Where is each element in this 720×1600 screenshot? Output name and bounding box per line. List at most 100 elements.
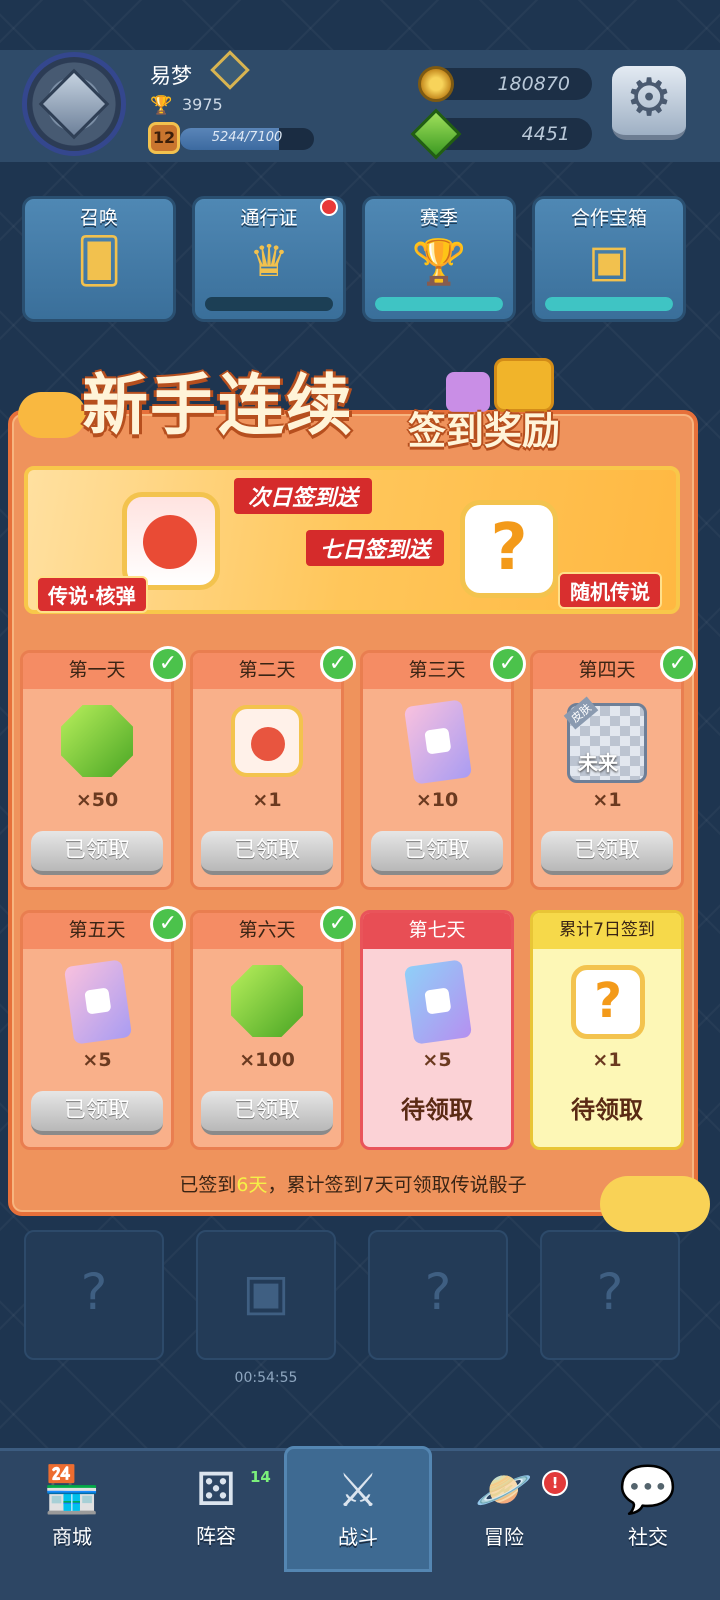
menu-label: 召唤	[79, 207, 118, 229]
reward-qty: ×1	[592, 1049, 622, 1071]
nav-lineup[interactable]: ⚄ 阵容	[144, 1448, 288, 1574]
notification-dot	[320, 198, 338, 216]
gear-icon: ⚙	[625, 68, 673, 128]
settings-button[interactable]: ⚙	[612, 66, 686, 140]
player-name: 易梦	[150, 64, 192, 88]
pending-status: 待领取	[571, 1096, 643, 1124]
chest-slot-empty[interactable]: ?	[24, 1230, 164, 1360]
claimed-button: 已领取	[31, 1091, 163, 1135]
gem-icon	[61, 705, 133, 777]
menu-summon-button[interactable]: 召唤 🂠	[22, 196, 176, 322]
trophy-count: 3975	[182, 95, 223, 114]
xp-bar: 5244/7100	[180, 128, 314, 150]
menu-pass-button[interactable]: 通行证 ♛	[192, 196, 346, 322]
day-card-pending[interactable]: 第七天 ×5 待领取	[360, 910, 514, 1150]
skin-name: 未来	[578, 751, 618, 775]
nav-label: 商城	[52, 1525, 92, 1549]
menu-coop-chest-button[interactable]: 合作宝箱 ▣	[532, 196, 686, 322]
dice-card-icon	[63, 959, 133, 1045]
ribbon-day2: 次日签到送	[234, 478, 373, 514]
chest-slot-empty[interactable]: ?	[368, 1230, 508, 1360]
chest-icon: ▣	[588, 236, 630, 287]
lineup-badge: 14	[250, 1468, 271, 1486]
swords-icon: ⚔	[337, 1463, 379, 1517]
nav-label: 社交	[628, 1525, 668, 1549]
mystery-legend-icon: ?	[460, 500, 558, 598]
cards-icon: 🂠	[76, 236, 122, 287]
gold-coin-icon[interactable]	[418, 66, 454, 102]
nav-label: 阵容	[196, 1524, 236, 1548]
checkin-footer: 已签到6天，累计签到7天可领取传说骰子	[8, 1170, 698, 1197]
nav-adventure[interactable]: 🪐 冒险	[432, 1448, 576, 1574]
claimed-button: 已领取	[31, 831, 163, 875]
cumulative-card[interactable]: 累计7日签到 ? ×1 待领取	[530, 910, 684, 1150]
nav-social[interactable]: 💬 社交	[576, 1448, 720, 1574]
dice-card-icon	[403, 959, 473, 1045]
season-progress-bar	[375, 297, 503, 311]
reward-qty: ×100	[239, 1049, 295, 1071]
day-card: 第六天 ×100 已领取	[190, 910, 344, 1150]
footer-days: 6天	[236, 1174, 268, 1196]
chest-slot-empty[interactable]: ?	[540, 1230, 680, 1360]
day-label: 第二天	[193, 653, 341, 689]
claimed-button: 已领取	[371, 831, 503, 875]
day-card: 第五天 ×5 已领取	[20, 910, 174, 1150]
nav-shop[interactable]: 🏪 商城	[0, 1448, 144, 1574]
reward-qty: ×1	[252, 789, 282, 811]
crown-badge-icon: ♛	[249, 236, 289, 287]
avatar-emblem-icon	[38, 68, 110, 140]
footer-suffix: ，累计签到7天可领取传说骰子	[267, 1174, 527, 1196]
dice-card-icon	[403, 699, 473, 785]
chest-timer: 00:54:55	[234, 1370, 298, 1386]
reward-qty: ×50	[75, 789, 119, 811]
check-icon: ✓	[150, 906, 186, 942]
day-card: 第一天 ×50 已领取	[20, 650, 174, 890]
day-label: 第一天	[23, 653, 171, 689]
day-label: 第三天	[363, 653, 511, 689]
day-card: 第二天 ×1 已领取	[190, 650, 344, 890]
footer-prefix: 已签到	[179, 1174, 237, 1196]
modal-title: 新手连续	[82, 367, 354, 444]
claimed-button: 已领取	[541, 831, 673, 875]
day-card: 第四天 未来 ×1 已领取	[530, 650, 684, 890]
cloud-decoration	[18, 392, 86, 438]
gem-icon	[231, 965, 303, 1037]
trophy-icon: 🏆	[411, 237, 467, 288]
reward-qty: ×5	[82, 1049, 112, 1071]
menu-season-button[interactable]: 赛季 🏆	[362, 196, 516, 322]
check-icon: ✓	[660, 646, 696, 682]
nav-label: 战斗	[338, 1525, 378, 1549]
chest-slot-chest[interactable]: ▣	[196, 1230, 336, 1360]
menu-label: 合作宝箱	[570, 207, 647, 229]
player-avatar[interactable]	[22, 52, 126, 156]
shop-icon: 🏪	[43, 1462, 101, 1516]
check-icon: ✓	[490, 646, 526, 682]
day-label: 第六天	[193, 913, 341, 949]
xp-text: 5244/7100	[211, 130, 283, 145]
check-icon: ✓	[320, 646, 356, 682]
level-badge: 12	[148, 122, 180, 154]
chat-icon: 💬	[619, 1462, 677, 1516]
tag-legend-nuke: 传说·核弹	[36, 576, 148, 613]
reward-qty: ×5	[422, 1049, 452, 1071]
tag-random-legend: 随机传说	[558, 572, 662, 609]
claimed-button: 已领取	[201, 1091, 333, 1135]
cloud-decoration	[600, 1176, 710, 1232]
day-label: 第五天	[23, 913, 171, 949]
menu-label: 赛季	[419, 207, 458, 229]
nav-battle[interactable]: ⚔ 战斗	[284, 1446, 432, 1572]
modal-subtitle: 签到奖励	[408, 409, 561, 453]
ribbon-day7: 七日签到送	[306, 530, 445, 566]
reward-qty: ×1	[592, 789, 622, 811]
day-label: 累计7日签到	[533, 913, 681, 949]
pending-status: 待领取	[401, 1096, 473, 1124]
adventure-alert-badge: !	[542, 1470, 568, 1496]
nav-label: 冒险	[484, 1525, 524, 1549]
day-label: 第四天	[533, 653, 681, 689]
pass-progress-bar	[205, 297, 333, 311]
trophy-icon: 🏆	[150, 95, 173, 116]
day-label: 第七天	[363, 913, 511, 949]
nuke-icon	[231, 705, 303, 777]
check-icon: ✓	[150, 646, 186, 682]
day-card: 第三天 ×10 已领取	[360, 650, 514, 890]
